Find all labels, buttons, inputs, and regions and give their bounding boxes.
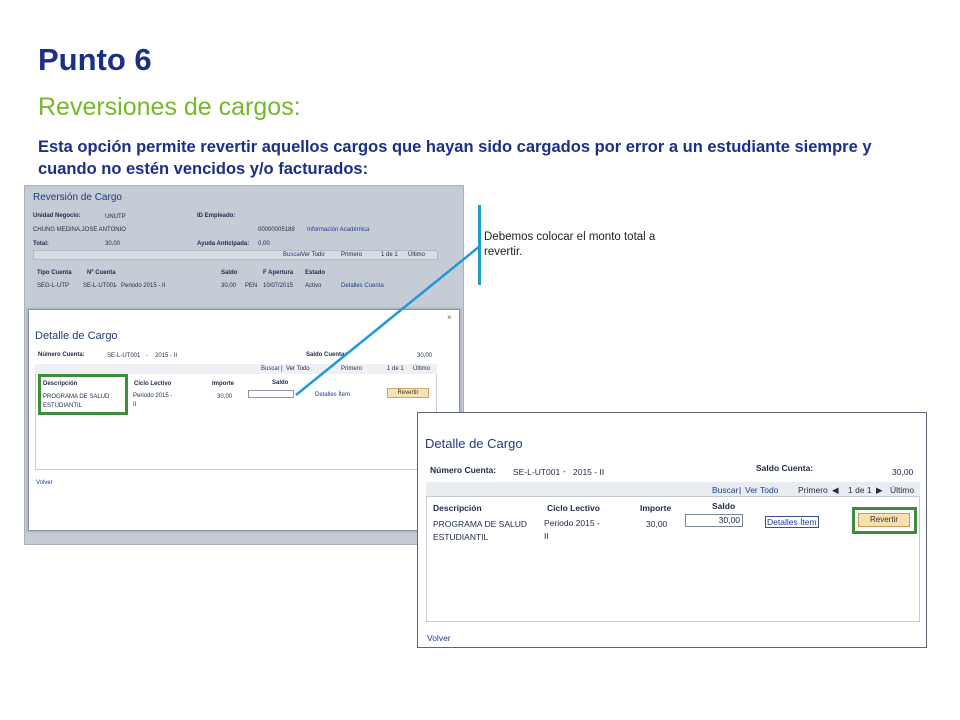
zoom-col-importe: Importe <box>640 503 672 513</box>
m1-primero-link[interactable]: Primero <box>341 366 362 372</box>
page-indicator: 1 de 1 <box>381 252 398 258</box>
detalle-title: Detalle de Cargo <box>35 330 118 342</box>
callout-bar <box>478 205 481 285</box>
m1-importe: 30,00 <box>217 394 233 400</box>
total-label: Total: <box>33 241 49 247</box>
row-cuenta: SE-L-UT001 <box>83 283 117 289</box>
zoom-next-icon[interactable]: ▶ <box>876 485 883 496</box>
m1-volver-link[interactable]: Volver <box>36 480 53 486</box>
row-moneda: PEN <box>245 283 258 289</box>
row-fecha: 10/07/2015 <box>263 283 294 289</box>
revertir-highlight <box>852 507 917 534</box>
col-n-cuenta: Nº Cuenta <box>87 270 116 276</box>
m1-revertir-button[interactable]: Revertir <box>387 388 429 398</box>
zoom-numero-value: SE-L-UT001 <box>513 467 561 477</box>
numero-cuenta-label: Número Cuenta: <box>38 352 85 358</box>
detalle-modal-zoom: Detalle de Cargo Número Cuenta: SE-L-UT0… <box>417 412 927 648</box>
zoom-sep: | <box>739 485 742 495</box>
zoom-ciclo-line1: Periodo 2015 - <box>544 518 600 528</box>
zoom-volver-link[interactable]: Volver <box>427 633 451 643</box>
col-saldo: Saldo <box>221 270 238 276</box>
row-tipo: SEG-L-UTP <box>37 283 70 289</box>
student-name: CHUNG MEDINA,JOSE ANTONIO <box>33 227 126 233</box>
unidad-value: UNUTP <box>105 214 126 220</box>
col-estado: Estado <box>305 270 326 276</box>
saldo-cuenta-value: 30,00 <box>417 353 433 359</box>
zoom-desc-line1: PROGRAMA DE SALUD <box>433 519 527 529</box>
slide-subtitle: Reversiones de cargos: <box>38 93 301 121</box>
saldo-cuenta-label: Saldo Cuenta: <box>306 352 347 358</box>
buscar-link[interactable]: Buscar <box>283 252 302 258</box>
ayuda-value: 0,00 <box>258 241 270 247</box>
m1-sep: | <box>281 366 283 372</box>
unidad-label: Unidad Negocio: <box>33 213 81 219</box>
slide-title: Punto 6 <box>38 42 152 77</box>
row-dash: - <box>115 283 117 289</box>
zoom-numero-label: Número Cuenta: <box>430 465 497 475</box>
close-icon[interactable]: × <box>447 313 452 322</box>
ultimo-link[interactable]: Último <box>408 252 425 258</box>
m1-ciclo-line2: II <box>133 402 137 408</box>
id-value: 00000005189 <box>258 227 295 233</box>
m1-col-ciclo: Ciclo Lectivo <box>134 381 172 387</box>
zoom-saldo-input[interactable]: 30,00 <box>685 514 743 527</box>
numero-cuenta-value: SE-L-UT001 <box>107 353 141 359</box>
zoom-detalle-title: Detalle de Cargo <box>425 436 523 451</box>
m1-buscar-link[interactable]: Buscar <box>261 366 280 372</box>
zoom-ver-todo-link[interactable]: Ver Todo <box>745 485 778 495</box>
m1-detalles-item-link[interactable]: Detalles Ítem <box>315 392 350 398</box>
grid-nav-bar <box>33 250 438 260</box>
m1-ver-todo-link[interactable]: Ver Todo <box>286 366 310 372</box>
zoom-ultimo-link[interactable]: Último <box>890 485 914 495</box>
id-label: ID Empleado: <box>197 213 236 219</box>
zoom-primero-link[interactable]: Primero <box>798 485 828 495</box>
info-academica-link[interactable]: Información Académica <box>307 227 369 233</box>
zoom-desc-line2: ESTUDIANTIL <box>433 532 489 542</box>
zoom-detalles-item-link[interactable]: Detalles Ítem <box>765 516 819 528</box>
ayuda-label: Ayuda Anticipada: <box>197 241 250 247</box>
zoom-numero-periodo: 2015 - II <box>573 467 605 477</box>
m1-page: 1 de 1 <box>387 366 404 372</box>
col-tipo-cuenta: Tipo Cuenta <box>37 270 72 276</box>
ver-todo-link[interactable]: Ver Todo <box>301 252 325 258</box>
zoom-ciclo-line2: II <box>544 531 549 541</box>
intro-text: Esta opción permite revertir aquellos ca… <box>38 138 872 178</box>
m1-ciclo-line1: Periodo 2015 - <box>133 393 173 399</box>
zoom-numero-dash: - <box>563 466 566 476</box>
row-periodo: Periodo 2015 - II <box>121 283 166 289</box>
m1-ultimo-link[interactable]: Último <box>413 366 430 372</box>
zoom-grid-nav <box>426 482 920 497</box>
m1-col-saldo: Saldo <box>272 380 289 386</box>
reversion-title: Reversión de Cargo <box>33 192 122 203</box>
callout-text: Debemos colocar el monto total a reverti… <box>484 231 656 258</box>
detalles-cuenta-link[interactable]: Detalles Cuenta <box>341 283 384 289</box>
zoom-detalle-grid <box>426 482 920 622</box>
zoom-col-ciclo: Ciclo Lectivo <box>547 503 600 513</box>
row-saldo: 30,00 <box>221 283 237 289</box>
zoom-buscar-link[interactable]: Buscar <box>712 485 738 495</box>
numero-dash: - <box>146 353 148 359</box>
zoom-col-descripcion: Descripción <box>433 503 482 513</box>
m1-col-importe: Importe <box>212 381 235 387</box>
zoom-saldo-cuenta-value: 30,00 <box>892 467 914 477</box>
zoom-page: 1 de 1 <box>848 485 872 495</box>
zoom-prev-icon[interactable]: ◀ <box>832 485 839 496</box>
description-highlight <box>38 374 128 415</box>
row-estado: Activo <box>305 283 322 289</box>
zoom-importe: 30,00 <box>646 519 668 529</box>
total-value: 30,00 <box>105 241 121 247</box>
m1-saldo-input[interactable] <box>248 390 294 398</box>
numero-periodo: 2015 - II <box>155 353 178 359</box>
col-f-apertura: F Apertura <box>263 270 294 276</box>
detalle-modal-small: × Detalle de Cargo Número Cuenta: SE-L-U… <box>28 309 460 531</box>
primero-link[interactable]: Primero <box>341 252 362 258</box>
zoom-saldo-cuenta-label: Saldo Cuenta: <box>756 463 814 473</box>
zoom-col-saldo: Saldo <box>712 501 736 511</box>
detalle-grid-nav <box>35 364 437 374</box>
